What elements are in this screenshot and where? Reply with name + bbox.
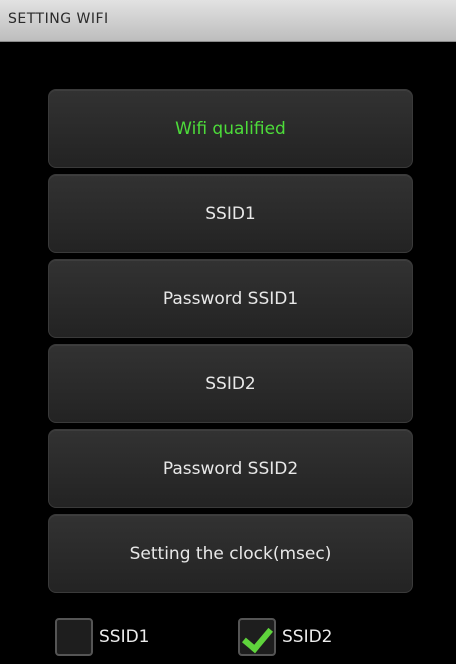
checkmark-icon [241, 620, 274, 654]
ssid2-checkbox-item[interactable]: SSID2 [238, 618, 333, 656]
ssid1-checkbox[interactable] [55, 618, 93, 656]
title-bar: SETTING WIFI [0, 0, 456, 42]
password-ssid1-button[interactable]: Password SSID1 [48, 259, 413, 338]
wifi-qualified-button[interactable]: Wifi qualified [48, 89, 413, 168]
screen-title: SETTING WIFI [8, 11, 109, 27]
ssid2-button[interactable]: SSID2 [48, 344, 413, 423]
ssid2-checkbox-label: SSID2 [282, 627, 333, 647]
settings-menu: Wifi qualified SSID1 Password SSID1 SSID… [48, 89, 413, 599]
ssid2-checkbox[interactable] [238, 618, 276, 656]
ssid1-checkbox-label: SSID1 [99, 627, 150, 647]
ssid1-button[interactable]: SSID1 [48, 174, 413, 253]
password-ssid2-button[interactable]: Password SSID2 [48, 429, 413, 508]
ssid1-checkbox-item[interactable]: SSID1 [55, 618, 150, 656]
setting-clock-button[interactable]: Setting the clock(msec) [48, 514, 413, 593]
ssid-checkbox-row: SSID1 SSID2 [0, 618, 456, 662]
